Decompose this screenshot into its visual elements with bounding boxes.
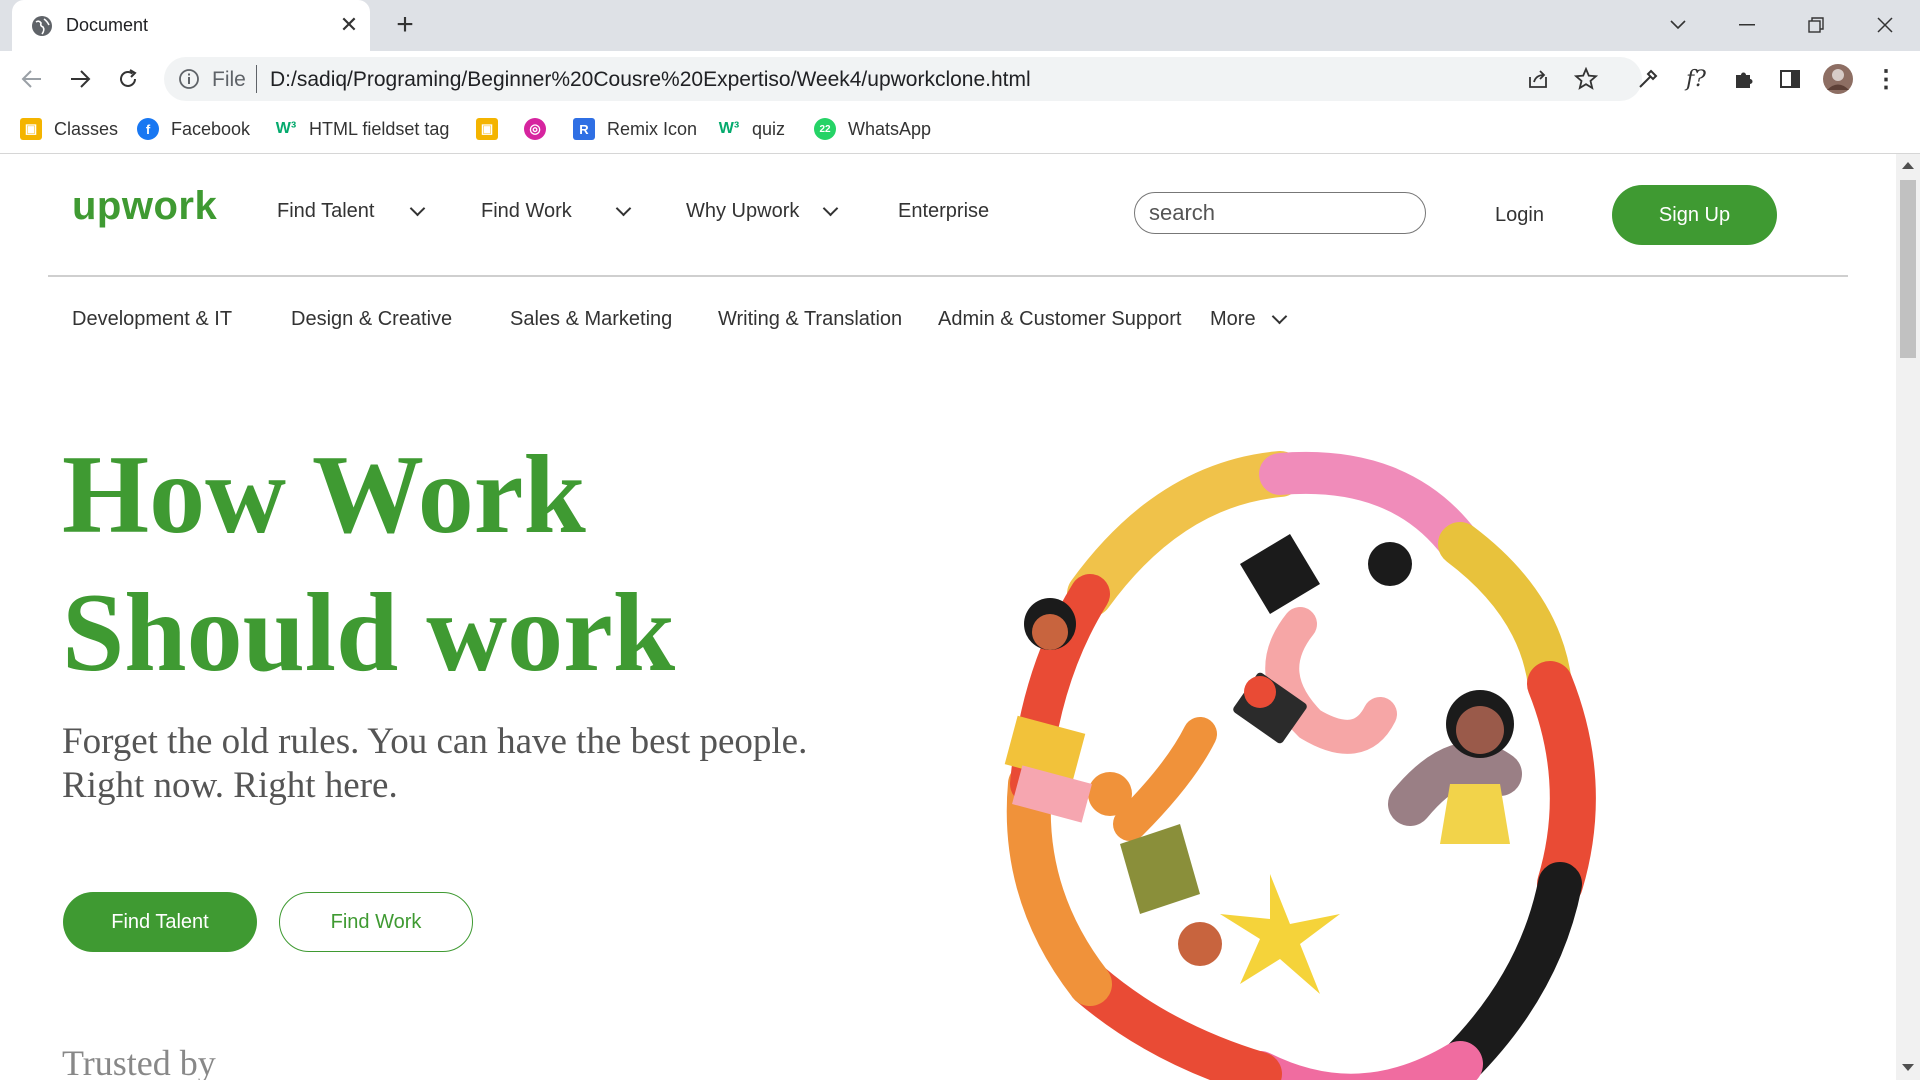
browser-menu-icon[interactable]: ⋮: [1870, 63, 1902, 95]
bookmark-star-icon[interactable]: [1574, 67, 1598, 91]
tab-strip: Document ✕ +: [0, 0, 1920, 51]
hero-subtitle-line: Forget the old rules. You can have the b…: [62, 721, 808, 762]
side-panel-icon[interactable]: [1774, 63, 1806, 95]
w3schools-icon: W³: [718, 120, 740, 137]
back-icon[interactable]: [14, 61, 50, 97]
hero-illustration: [1004, 451, 1596, 1080]
upwork-logo[interactable]: upwork: [72, 184, 217, 229]
browser-toolbar: File D:/sadiq/Programing/Beginner%20Cous…: [0, 51, 1920, 105]
login-link[interactable]: Login: [1495, 204, 1544, 227]
address-bar[interactable]: File D:/sadiq/Programing/Beginner%20Cous…: [164, 57, 1642, 101]
info-icon[interactable]: [178, 68, 200, 90]
search-input[interactable]: [1134, 192, 1426, 234]
page-scrollbar[interactable]: [1896, 154, 1920, 1080]
tab-title: Document: [66, 15, 149, 35]
category-design-creative[interactable]: Design & Creative: [291, 308, 452, 331]
scroll-thumb[interactable]: [1900, 180, 1916, 358]
tab-close-icon[interactable]: ✕: [334, 10, 364, 40]
bookmark-label: Remix Icon: [607, 118, 698, 139]
header-divider: [48, 275, 1848, 277]
scroll-up-icon[interactable]: [1902, 162, 1914, 169]
nav-label: Why Upwork: [686, 200, 800, 222]
hero-title-line: How Work: [62, 433, 586, 557]
category-more[interactable]: More: [1210, 308, 1287, 331]
nav-find-work[interactable]: Find Work: [481, 200, 632, 223]
whatsapp-icon: 22: [814, 118, 836, 140]
bookmark-classroom[interactable]: ▣: [476, 115, 498, 143]
bookmark-classes[interactable]: ▣ Classes: [20, 115, 118, 143]
minimize-icon[interactable]: [1727, 8, 1767, 42]
w3schools-icon: W³: [275, 120, 297, 137]
find-talent-button[interactable]: Find Talent: [63, 892, 257, 952]
chevron-down-icon: [1271, 308, 1287, 325]
nav-label: Find Work: [481, 200, 572, 222]
bookmark-label: Facebook: [171, 118, 251, 139]
globe-icon: [32, 16, 52, 36]
tab-search-icon[interactable]: [1658, 8, 1698, 42]
nav-why-upwork[interactable]: Why Upwork: [686, 200, 839, 223]
new-tab-icon[interactable]: +: [390, 10, 420, 40]
nav-find-talent[interactable]: Find Talent: [277, 200, 426, 223]
reload-icon[interactable]: [110, 61, 146, 97]
category-sales-marketing[interactable]: Sales & Marketing: [510, 308, 672, 331]
bookmark-label: Classes: [54, 118, 119, 139]
remix-icon: R: [573, 118, 595, 140]
browser-tab[interactable]: Document ✕: [12, 0, 370, 51]
scroll-down-icon[interactable]: [1902, 1064, 1914, 1071]
trusted-by-heading: Trusted by: [62, 1043, 216, 1080]
forward-icon[interactable]: [62, 61, 98, 97]
url-text[interactable]: D:/sadiq/Programing/Beginner%20Cousre%20…: [270, 68, 1031, 92]
category-development-it[interactable]: Development & IT: [72, 308, 232, 331]
color-picker-extension-icon[interactable]: [1632, 63, 1664, 95]
category-admin-customer-support[interactable]: Admin & Customer Support: [938, 308, 1181, 331]
nav-label: Enterprise: [898, 200, 990, 222]
profile-avatar[interactable]: [1822, 63, 1854, 95]
bookmarks-bar: ▣ Classes f Facebook W³ HTML fieldset ta…: [0, 105, 1920, 154]
bookmark-instagram[interactable]: ◎: [524, 115, 546, 143]
classroom-icon: ▣: [476, 118, 498, 140]
restore-icon[interactable]: [1796, 8, 1836, 42]
chevron-down-icon: [615, 200, 632, 217]
chevron-down-icon: [410, 200, 426, 217]
close-window-icon[interactable]: [1865, 8, 1905, 42]
url-separator: [256, 65, 257, 93]
hero-subtitle: Forget the old rules. You can have the b…: [62, 720, 807, 808]
bookmark-label: quiz: [752, 118, 786, 139]
chevron-down-icon: [823, 200, 839, 217]
hero-title-line: Should work: [62, 571, 676, 695]
instagram-icon: ◎: [524, 118, 546, 140]
classroom-icon: ▣: [20, 118, 42, 140]
bookmark-label: WhatsApp: [848, 118, 932, 139]
category-writing-translation[interactable]: Writing & Translation: [718, 308, 902, 331]
url-scheme: File: [212, 68, 246, 91]
hero-title: How Work Should work: [62, 426, 675, 702]
facebook-icon: f: [137, 118, 159, 140]
font-extension-icon[interactable]: f?: [1680, 63, 1712, 95]
bookmark-facebook[interactable]: f Facebook: [137, 115, 250, 143]
bookmark-whatsapp[interactable]: 22 WhatsApp: [814, 115, 931, 143]
sign-up-button[interactable]: Sign Up: [1612, 185, 1777, 245]
bookmark-html-fieldset[interactable]: W³ HTML fieldset tag: [275, 115, 450, 143]
share-icon[interactable]: [1526, 67, 1550, 91]
extensions-puzzle-icon[interactable]: [1728, 63, 1760, 95]
nav-enterprise[interactable]: Enterprise: [898, 200, 989, 223]
page-viewport: upwork Find Talent Find Work Why Upwork …: [0, 154, 1896, 1080]
bookmark-remix-icon[interactable]: R Remix Icon: [573, 115, 697, 143]
hero-subtitle-line: Right now. Right here.: [62, 765, 398, 806]
category-more-label: More: [1210, 308, 1256, 330]
nav-label: Find Talent: [277, 200, 375, 222]
bookmark-label: HTML fieldset tag: [309, 118, 450, 139]
find-work-button[interactable]: Find Work: [279, 892, 473, 952]
bookmark-quiz[interactable]: W³ quiz: [718, 115, 785, 143]
